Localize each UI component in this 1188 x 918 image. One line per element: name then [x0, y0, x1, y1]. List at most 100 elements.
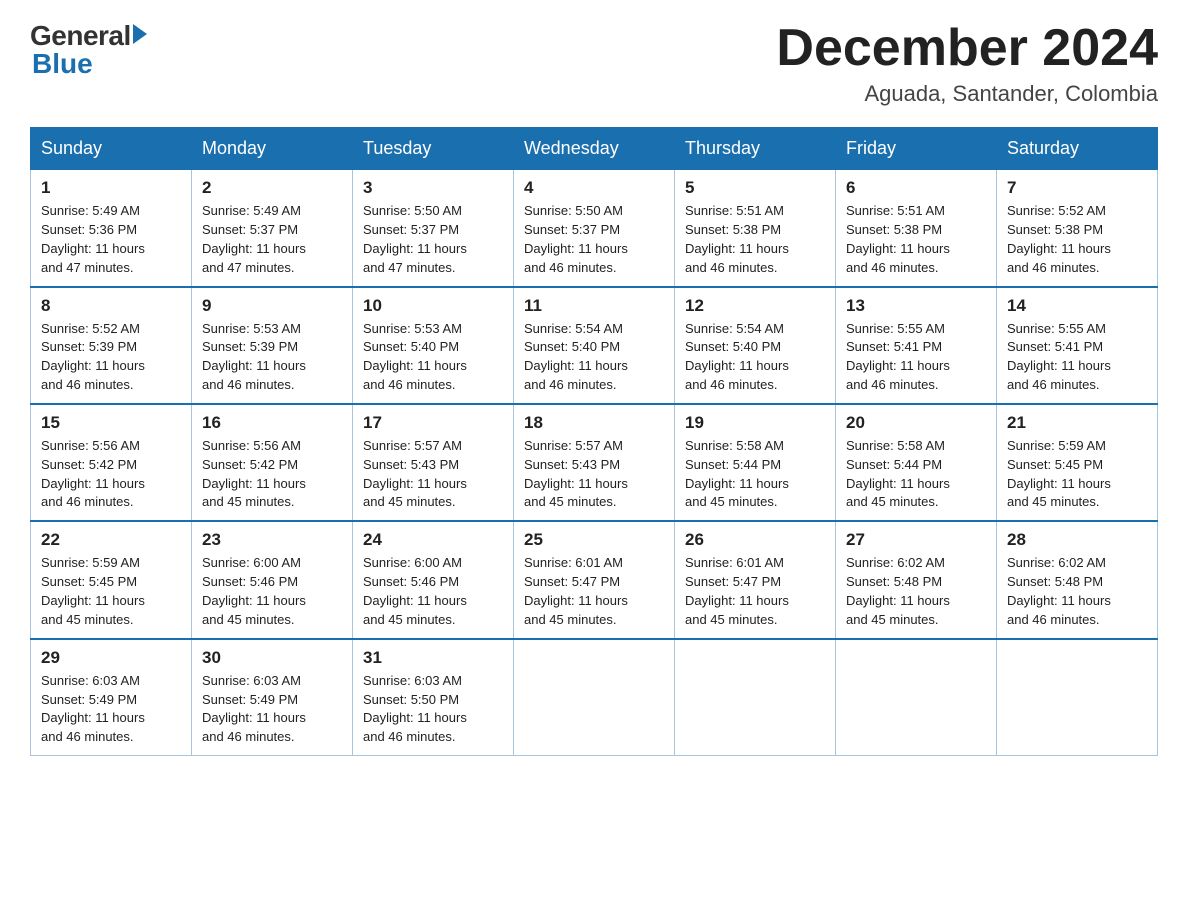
- day-number: 5: [685, 178, 825, 198]
- day-info: Sunrise: 5:52 AMSunset: 5:39 PMDaylight:…: [41, 320, 181, 395]
- calendar-cell: 22Sunrise: 5:59 AMSunset: 5:45 PMDayligh…: [31, 521, 192, 638]
- logo-arrow-icon: [133, 24, 147, 44]
- day-info: Sunrise: 5:59 AMSunset: 5:45 PMDaylight:…: [1007, 437, 1147, 512]
- day-info: Sunrise: 5:50 AMSunset: 5:37 PMDaylight:…: [363, 202, 503, 277]
- calendar-cell: 4Sunrise: 5:50 AMSunset: 5:37 PMDaylight…: [514, 170, 675, 287]
- week-row-1: 1Sunrise: 5:49 AMSunset: 5:36 PMDaylight…: [31, 170, 1158, 287]
- calendar-cell: 16 Sunrise: 5:56 AMSunset: 5:42 PMDayligh…: [192, 404, 353, 521]
- day-number: 13: [846, 296, 986, 316]
- header-day-friday: Friday: [836, 128, 997, 170]
- calendar-cell: 8 Sunrise: 5:52 AMSunset: 5:39 PMDaylight…: [31, 287, 192, 404]
- day-number: 1: [41, 178, 181, 198]
- day-info: Sunrise: 5:56 AMSunset: 5:42 PMDaylight:…: [202, 437, 342, 512]
- day-info: Sunrise: 5:59 AMSunset: 5:45 PMDaylight:…: [41, 554, 181, 629]
- day-number: 25: [524, 530, 664, 550]
- day-number: 21: [1007, 413, 1147, 433]
- calendar-table: SundayMondayTuesdayWednesdayThursdayFrid…: [30, 127, 1158, 756]
- week-row-3: 15 Sunrise: 5:56 AMSunset: 5:42 PMDayligh…: [31, 404, 1158, 521]
- calendar-cell: 14 Sunrise: 5:55 AMSunset: 5:41 PMDayligh…: [997, 287, 1158, 404]
- day-number: 27: [846, 530, 986, 550]
- day-info: Sunrise: 6:01 AMSunset: 5:47 PMDaylight:…: [524, 554, 664, 629]
- day-number: 29: [41, 648, 181, 668]
- calendar-cell: 11 Sunrise: 5:54 AMSunset: 5:40 PMDayligh…: [514, 287, 675, 404]
- calendar-cell: 6Sunrise: 5:51 AMSunset: 5:38 PMDaylight…: [836, 170, 997, 287]
- calendar-cell: 24 Sunrise: 6:00 AMSunset: 5:46 PMDayligh…: [353, 521, 514, 638]
- logo: General Blue: [30, 20, 147, 80]
- calendar-cell: 2Sunrise: 5:49 AMSunset: 5:37 PMDaylight…: [192, 170, 353, 287]
- day-info: Sunrise: 5:58 AMSunset: 5:44 PMDaylight:…: [846, 437, 986, 512]
- calendar-cell: 31Sunrise: 6:03 AMSunset: 5:50 PMDayligh…: [353, 639, 514, 756]
- calendar-cell: [514, 639, 675, 756]
- calendar-cell: [997, 639, 1158, 756]
- calendar-cell: 29 Sunrise: 6:03 AMSunset: 5:49 PMDayligh…: [31, 639, 192, 756]
- day-number: 31: [363, 648, 503, 668]
- header-day-thursday: Thursday: [675, 128, 836, 170]
- day-number: 17: [363, 413, 503, 433]
- calendar-cell: 7 Sunrise: 5:52 AMSunset: 5:38 PMDaylight…: [997, 170, 1158, 287]
- day-number: 28: [1007, 530, 1147, 550]
- calendar-cell: 15 Sunrise: 5:56 AMSunset: 5:42 PMDayligh…: [31, 404, 192, 521]
- page-header: General Blue December 2024 Aguada, Santa…: [30, 20, 1158, 107]
- calendar-cell: 21 Sunrise: 5:59 AMSunset: 5:45 PMDayligh…: [997, 404, 1158, 521]
- day-info: Sunrise: 6:03 AMSunset: 5:49 PMDaylight:…: [202, 672, 342, 747]
- day-info: Sunrise: 5:58 AMSunset: 5:44 PMDaylight:…: [685, 437, 825, 512]
- day-number: 14: [1007, 296, 1147, 316]
- day-number: 16: [202, 413, 342, 433]
- day-number: 12: [685, 296, 825, 316]
- day-info: Sunrise: 5:57 AMSunset: 5:43 PMDaylight:…: [524, 437, 664, 512]
- day-number: 8: [41, 296, 181, 316]
- calendar-cell: 3 Sunrise: 5:50 AMSunset: 5:37 PMDaylight…: [353, 170, 514, 287]
- calendar-cell: 27 Sunrise: 6:02 AMSunset: 5:48 PMDayligh…: [836, 521, 997, 638]
- calendar-cell: 13 Sunrise: 5:55 AMSunset: 5:41 PMDayligh…: [836, 287, 997, 404]
- calendar-cell: 30 Sunrise: 6:03 AMSunset: 5:49 PMDayligh…: [192, 639, 353, 756]
- header-day-monday: Monday: [192, 128, 353, 170]
- week-row-2: 8 Sunrise: 5:52 AMSunset: 5:39 PMDaylight…: [31, 287, 1158, 404]
- title-block: December 2024 Aguada, Santander, Colombi…: [776, 20, 1158, 107]
- day-info: Sunrise: 5:51 AMSunset: 5:38 PMDaylight:…: [685, 202, 825, 277]
- day-info: Sunrise: 6:03 AMSunset: 5:49 PMDaylight:…: [41, 672, 181, 747]
- calendar-cell: [675, 639, 836, 756]
- day-info: Sunrise: 5:53 AMSunset: 5:40 PMDaylight:…: [363, 320, 503, 395]
- day-number: 9: [202, 296, 342, 316]
- calendar-cell: 18 Sunrise: 5:57 AMSunset: 5:43 PMDayligh…: [514, 404, 675, 521]
- calendar-cell: 9 Sunrise: 5:53 AMSunset: 5:39 PMDaylight…: [192, 287, 353, 404]
- calendar-cell: 5 Sunrise: 5:51 AMSunset: 5:38 PMDaylight…: [675, 170, 836, 287]
- calendar-subtitle: Aguada, Santander, Colombia: [776, 81, 1158, 107]
- day-number: 15: [41, 413, 181, 433]
- day-number: 3: [363, 178, 503, 198]
- day-info: Sunrise: 6:02 AMSunset: 5:48 PMDaylight:…: [846, 554, 986, 629]
- day-info: Sunrise: 5:52 AMSunset: 5:38 PMDaylight:…: [1007, 202, 1147, 277]
- day-info: Sunrise: 5:54 AMSunset: 5:40 PMDaylight:…: [524, 320, 664, 395]
- calendar-cell: 12Sunrise: 5:54 AMSunset: 5:40 PMDayligh…: [675, 287, 836, 404]
- calendar-cell: 20 Sunrise: 5:58 AMSunset: 5:44 PMDayligh…: [836, 404, 997, 521]
- calendar-cell: 25 Sunrise: 6:01 AMSunset: 5:47 PMDayligh…: [514, 521, 675, 638]
- day-info: Sunrise: 5:56 AMSunset: 5:42 PMDaylight:…: [41, 437, 181, 512]
- header-row: SundayMondayTuesdayWednesdayThursdayFrid…: [31, 128, 1158, 170]
- calendar-cell: 10 Sunrise: 5:53 AMSunset: 5:40 PMDayligh…: [353, 287, 514, 404]
- week-row-4: 22Sunrise: 5:59 AMSunset: 5:45 PMDayligh…: [31, 521, 1158, 638]
- day-info: Sunrise: 5:49 AMSunset: 5:37 PMDaylight:…: [202, 202, 342, 277]
- day-number: 20: [846, 413, 986, 433]
- day-info: Sunrise: 6:00 AMSunset: 5:46 PMDaylight:…: [363, 554, 503, 629]
- calendar-cell: 1Sunrise: 5:49 AMSunset: 5:36 PMDaylight…: [31, 170, 192, 287]
- calendar-cell: 19 Sunrise: 5:58 AMSunset: 5:44 PMDayligh…: [675, 404, 836, 521]
- day-number: 26: [685, 530, 825, 550]
- day-number: 6: [846, 178, 986, 198]
- day-number: 30: [202, 648, 342, 668]
- day-number: 18: [524, 413, 664, 433]
- header-day-sunday: Sunday: [31, 128, 192, 170]
- day-info: Sunrise: 6:01 AMSunset: 5:47 PMDaylight:…: [685, 554, 825, 629]
- day-info: Sunrise: 5:55 AMSunset: 5:41 PMDaylight:…: [1007, 320, 1147, 395]
- day-number: 7: [1007, 178, 1147, 198]
- day-number: 24: [363, 530, 503, 550]
- day-number: 10: [363, 296, 503, 316]
- header-day-saturday: Saturday: [997, 128, 1158, 170]
- header-day-tuesday: Tuesday: [353, 128, 514, 170]
- day-number: 11: [524, 296, 664, 316]
- day-number: 23: [202, 530, 342, 550]
- day-number: 19: [685, 413, 825, 433]
- header-day-wednesday: Wednesday: [514, 128, 675, 170]
- day-info: Sunrise: 5:55 AMSunset: 5:41 PMDaylight:…: [846, 320, 986, 395]
- calendar-cell: 28Sunrise: 6:02 AMSunset: 5:48 PMDayligh…: [997, 521, 1158, 638]
- day-info: Sunrise: 5:53 AMSunset: 5:39 PMDaylight:…: [202, 320, 342, 395]
